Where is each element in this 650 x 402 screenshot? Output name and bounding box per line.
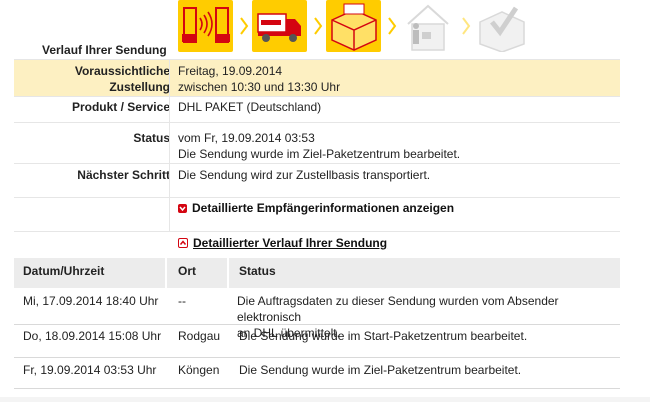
- delivery-label-line2: Zustellung: [109, 80, 170, 94]
- product-row: Produkt / Service DHL PAKET (Deutschland…: [14, 97, 620, 121]
- recipient-info-toggle[interactable]: Detaillierte Empfängerinformationen anze…: [178, 201, 454, 215]
- delivery-row: Voraussichtliche Zustellung Freitag, 19.…: [14, 60, 620, 96]
- row-place: Rodgau: [178, 329, 221, 343]
- recipient-info-label: Detaillierte Empfängerinformationen anze…: [192, 201, 455, 215]
- delivery-label: Voraussichtliche Zustellung: [14, 63, 170, 95]
- chevron-right-icon: [314, 17, 323, 35]
- column-divider: [169, 60, 170, 232]
- row-status-line1: Die Auftragsdaten zu dieser Sendung wurd…: [237, 294, 559, 324]
- chevron-right-icon: [240, 17, 249, 35]
- page-bottom-edge: [0, 397, 650, 402]
- product-label: Produkt / Service: [71, 100, 170, 114]
- chevron-up-icon: [178, 238, 188, 248]
- divider: [14, 324, 620, 325]
- row-date: Fr, 19.09.2014 03:53 Uhr: [23, 363, 157, 377]
- status-timestamp: vom Fr, 19.09.2014 03:53: [178, 131, 315, 145]
- row-date: Do, 18.09.2014 15:08 Uhr: [23, 329, 162, 343]
- chevron-right-icon: [388, 17, 397, 35]
- row-status: Die Sendung wurde im Start-Paketzentrum …: [239, 329, 528, 343]
- header-divider: [227, 258, 229, 288]
- status-label: Status: [133, 131, 170, 145]
- table-header: Datum/Uhrzeit Ort Status: [14, 258, 620, 288]
- header-divider: [165, 258, 167, 288]
- divider: [14, 122, 620, 123]
- table-row: Fr, 19.09.2014 03:53 Uhr Köngen Die Send…: [14, 362, 620, 386]
- step-parcel-center: [326, 0, 381, 52]
- status-value: vom Fr, 19.09.2014 03:53 Die Sendung wur…: [178, 130, 618, 162]
- step-truck: [252, 0, 307, 52]
- delivery-truck-icon: [257, 13, 301, 42]
- row-place: --: [178, 294, 186, 308]
- table-row: Mi, 17.09.2014 18:40 Uhr -- Die Auftrags…: [14, 292, 620, 340]
- column-header-status: Status: [239, 264, 276, 278]
- delivery-label-line1: Voraussichtliche: [74, 64, 170, 78]
- next-step-value: Die Sendung wird zur Zustellbasis transp…: [178, 168, 431, 182]
- divider: [14, 163, 620, 164]
- row-place: Köngen: [178, 363, 220, 377]
- divider: [14, 197, 620, 198]
- next-step-label: Nächster Schritt: [77, 168, 170, 182]
- parcel-shop-icon: [182, 7, 230, 43]
- history-title: Verlauf Ihrer Sendung: [42, 43, 167, 57]
- chevron-right-icon: [462, 17, 471, 35]
- product-value: DHL PAKET (Deutschland): [178, 100, 322, 114]
- chevron-down-icon: [178, 203, 187, 213]
- divider: [14, 231, 620, 232]
- status-text: Die Sendung wurde im Ziel-Paketzentrum b…: [178, 147, 461, 161]
- delivery-date: Freitag, 19.09.2014: [178, 64, 283, 78]
- courier-house-icon: [407, 4, 449, 51]
- delivered-checkbox-icon: [479, 6, 525, 53]
- next-step-row: Nächster Schritt Die Sendung wird zur Zu…: [14, 166, 620, 190]
- history-toggle-label: Detaillierter Verlauf Ihrer Sendung: [193, 236, 388, 250]
- row-date: Mi, 17.09.2014 18:40 Uhr: [23, 294, 159, 308]
- parcel-center-icon: [331, 3, 377, 51]
- row-status: Die Sendung wurde im Ziel-Paketzentrum b…: [239, 363, 522, 377]
- step-parcel-shop: [178, 0, 233, 52]
- table-row: Do, 18.09.2014 15:08 Uhr Rodgau Die Send…: [14, 328, 620, 352]
- status-row: Status vom Fr, 19.09.2014 03:53 Die Send…: [14, 130, 620, 166]
- divider: [14, 388, 620, 389]
- shipment-progress: [178, 0, 529, 54]
- column-header-place: Ort: [178, 264, 196, 278]
- delivery-value: Freitag, 19.09.2014 zwischen 10:30 und 1…: [178, 63, 618, 95]
- column-header-date: Datum/Uhrzeit: [23, 264, 105, 278]
- delivery-time: zwischen 10:30 und 13:30 Uhr: [178, 80, 341, 94]
- step-courier-house: [400, 0, 455, 52]
- history-toggle[interactable]: Detaillierter Verlauf Ihrer Sendung: [178, 236, 387, 250]
- divider: [14, 357, 620, 358]
- step-delivered: [474, 0, 529, 53]
